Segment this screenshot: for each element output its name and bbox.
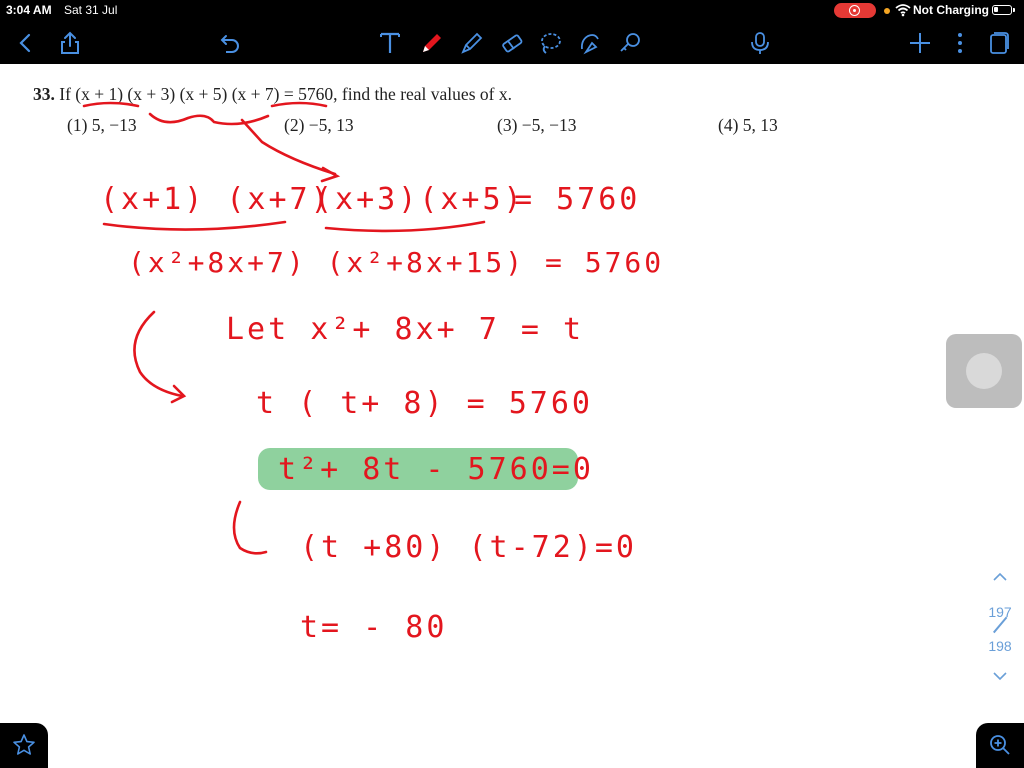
page-down-icon[interactable] (992, 670, 1008, 682)
hand-line-1a: (x+1) (x+7) (100, 182, 332, 217)
hand-line-7: t= - 80 (300, 610, 448, 645)
zoom-in-icon (990, 735, 1010, 755)
hand-line-5: t²+ 8t - 5760=0 (278, 452, 594, 487)
current-page: 197 (988, 604, 1012, 620)
hand-line-1c: = 5760 (514, 182, 641, 217)
favorites-button[interactable] (0, 723, 48, 768)
hand-line-6: (t +80) (t-72)=0 (300, 530, 637, 565)
page-navigator: 197 198 (984, 570, 1016, 690)
page-up-icon[interactable] (992, 570, 1008, 582)
hand-line-1b: (x+3)(x+5) (314, 182, 525, 217)
hand-line-2: (x²+8x+7) (x²+8x+15) = 5760 (128, 246, 665, 279)
hand-line-4: t ( t+ 8) = 5760 (256, 386, 593, 421)
total-pages: 198 (988, 638, 1012, 654)
zoom-button[interactable] (976, 723, 1024, 768)
hand-line-3: Let x²+ 8x+ 7 = t (226, 312, 585, 347)
star-icon (13, 734, 35, 755)
floating-scroll-knob[interactable] (946, 334, 1022, 408)
handwriting-strokes (82, 101, 578, 555)
